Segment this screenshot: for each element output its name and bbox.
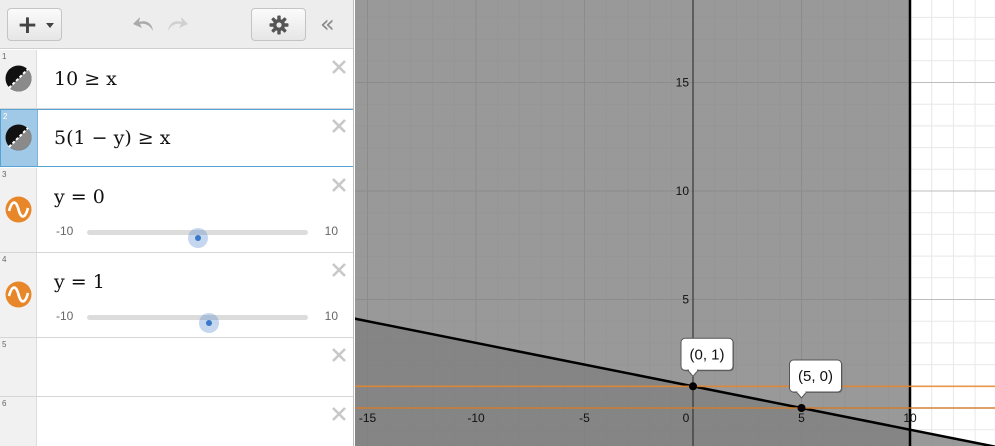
slider-thumb[interactable]	[187, 228, 208, 248]
expression-index: 4	[2, 255, 7, 264]
expression-math[interactable]: 5(1 − y) ≥ x	[54, 127, 170, 149]
slider-min-label: -10	[56, 309, 74, 323]
slider[interactable]: -10 10	[56, 224, 338, 248]
expression-gutter: 4	[0, 253, 37, 337]
close-icon[interactable]	[330, 346, 348, 364]
expression-row-4[interactable]: 4 y = 1 -10 10	[0, 253, 353, 338]
point-marker	[689, 382, 697, 391]
point-label-pointer-mask	[797, 391, 806, 393]
expression-math[interactable]: y = 0	[54, 186, 105, 208]
wave-icon[interactable]	[5, 196, 32, 223]
point-label-pointer-mask	[689, 369, 697, 372]
close-icon[interactable]	[330, 405, 348, 423]
x-tick-label: -5	[579, 411, 590, 425]
add-item-button[interactable]: +	[7, 8, 62, 41]
graphing-app: + « 1 10 ≥ x 2 5(1 − y) ≥ x 3 y = 0 -10 …	[0, 0, 995, 446]
expression-gutter: 1	[0, 50, 37, 108]
close-icon[interactable]	[330, 58, 348, 76]
x-tick-label: 0	[683, 411, 690, 425]
expression-row-2[interactable]: 2 5(1 − y) ≥ x	[0, 109, 353, 167]
expression-row-3[interactable]: 3 y = 0 -10 10	[0, 168, 353, 253]
expression-index: 3	[2, 170, 7, 179]
expression-index: 2	[3, 112, 8, 121]
expression-gutter: 6	[0, 397, 37, 446]
expression-math[interactable]: 10 ≥ x	[54, 68, 117, 90]
chevron-down-icon	[46, 23, 54, 28]
expression-gutter: 2	[1, 110, 38, 166]
y-tick-label: 15	[676, 76, 690, 90]
inequality-regions	[355, 0, 995, 446]
expression-math[interactable]: y = 1	[54, 271, 105, 293]
point-marker	[797, 404, 806, 412]
x-tick-label: 5	[798, 411, 805, 425]
slider-track[interactable]	[87, 228, 308, 248]
slider-max-label: 10	[324, 224, 338, 238]
point-label: (0, 1)	[689, 346, 724, 363]
inequality-icon[interactable]	[5, 124, 32, 151]
wave-icon[interactable]	[5, 281, 32, 308]
redo-icon[interactable]	[164, 13, 190, 35]
expression-row-1[interactable]: 1 10 ≥ x	[0, 50, 353, 109]
expression-index: 1	[2, 52, 7, 61]
collapse-panel-icon[interactable]: «	[320, 11, 335, 37]
gear-icon	[269, 15, 289, 35]
slider-track[interactable]	[87, 313, 308, 333]
slider-thumb[interactable]	[198, 313, 219, 333]
expression-index: 6	[2, 399, 7, 408]
slider-max-label: 10	[324, 309, 338, 323]
expression-row-6[interactable]: 6	[0, 397, 353, 446]
toolbar: + «	[0, 0, 353, 49]
close-icon[interactable]	[330, 117, 348, 135]
plus-icon: +	[17, 10, 38, 39]
slider-min-label: -10	[56, 224, 74, 238]
y-tick-label: 10	[676, 184, 690, 198]
expression-row-5[interactable]: 5	[0, 338, 353, 397]
graph-canvas[interactable]: -15 -10 -5 0 5 10 5 10 15 (0, 1) (5, 0)	[355, 0, 995, 446]
expression-gutter: 5	[0, 338, 37, 396]
expression-panel: + « 1 10 ≥ x 2 5(1 − y) ≥ x 3 y = 0 -10 …	[0, 0, 354, 446]
slider[interactable]: -10 10	[56, 309, 338, 333]
y-tick-label: 5	[682, 293, 689, 307]
x-tick-label: -15	[359, 411, 377, 425]
expression-index: 5	[2, 340, 7, 349]
x-tick-label: -10	[467, 411, 485, 425]
x-tick-label: 10	[903, 411, 917, 425]
undo-icon[interactable]	[131, 13, 157, 35]
settings-button[interactable]	[251, 8, 306, 41]
expression-gutter: 3	[0, 168, 37, 252]
graph-svg[interactable]: -15 -10 -5 0 5 10 5 10 15 (0, 1) (5, 0)	[355, 0, 995, 446]
close-icon[interactable]	[330, 261, 348, 279]
inequality-icon[interactable]	[5, 65, 32, 92]
point-label: (5, 0)	[798, 368, 833, 385]
close-icon[interactable]	[330, 176, 348, 194]
